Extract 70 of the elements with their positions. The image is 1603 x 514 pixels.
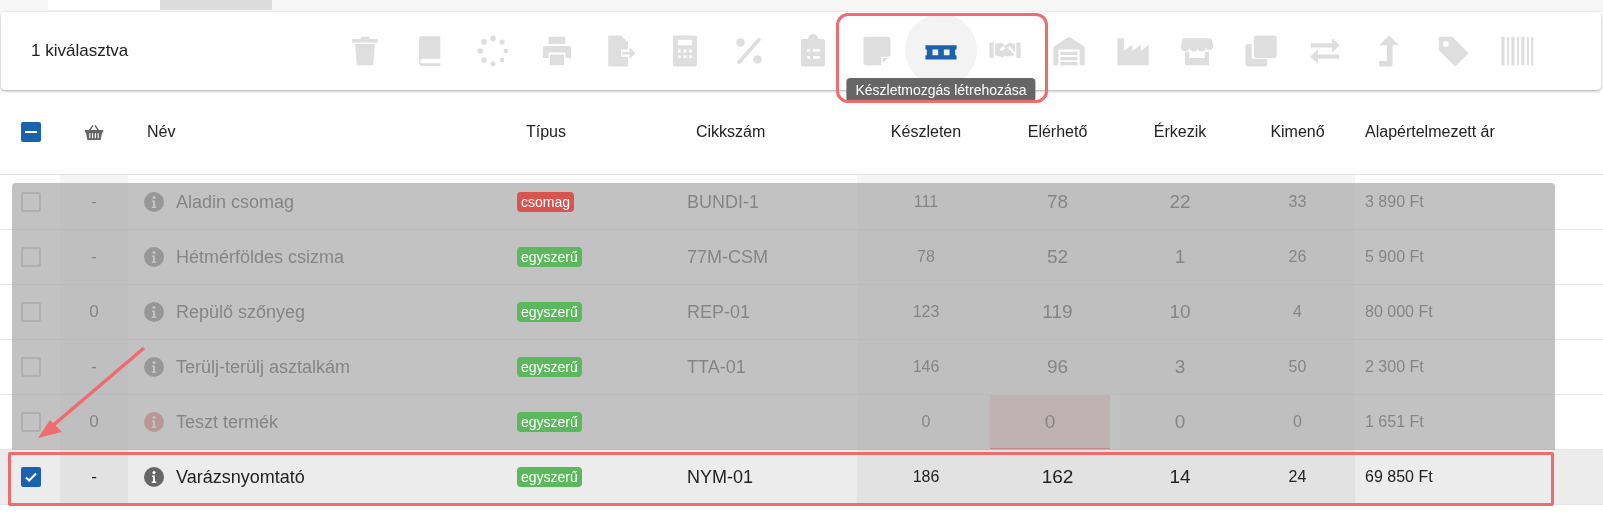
table-cell: -: [91, 467, 97, 487]
selection-count: 1 kiválasztva: [31, 41, 130, 61]
table-cell: 14: [1169, 466, 1191, 488]
table-cell: 146: [912, 358, 940, 376]
select-all-checkbox[interactable]: [21, 122, 41, 142]
product-name: Repülő szőnyeg: [176, 301, 306, 323]
table-cell: 111: [913, 193, 939, 211]
product-name: Varázsnyomtató: [176, 466, 305, 488]
info-icon[interactable]: [144, 467, 164, 487]
table-cell: 123: [912, 303, 940, 321]
table-cell: 2 300 Ft: [1365, 358, 1424, 376]
table-cell: 77M-CSM: [687, 246, 768, 268]
basket-icon: [84, 123, 104, 141]
table-cell: 0: [89, 412, 99, 432]
table-cell: BUNDI-1: [687, 191, 759, 213]
table-cell: 0: [921, 413, 931, 431]
table-cell: 0: [89, 302, 99, 322]
column-header[interactable]: Cikkszám: [696, 123, 766, 141]
type-label: egyszerű: [517, 302, 582, 322]
type-label: csomag: [517, 192, 575, 212]
tag-icon: [1436, 34, 1470, 68]
type-label: egyszerű: [517, 467, 582, 487]
column-header[interactable]: Elérhető: [1027, 123, 1088, 141]
column-header[interactable]: Készleten: [890, 123, 962, 141]
spinner-icon: [476, 34, 510, 68]
table-cell: 33: [1288, 193, 1307, 211]
product-name: Teszt termék: [176, 411, 279, 433]
table-cell: -: [91, 247, 97, 267]
column-header[interactable]: Kimenő: [1270, 123, 1325, 141]
table-cell: 3 890 Ft: [1365, 193, 1424, 211]
column-header[interactable]: Érkezik: [1153, 123, 1207, 141]
barcode-icon: [1500, 34, 1534, 68]
column-header[interactable]: Alapértelmezett ár: [1365, 123, 1495, 141]
table-cell: 5 900 Ft: [1365, 248, 1424, 266]
table-cell: 0: [1174, 411, 1186, 433]
table-cell: 24: [1288, 468, 1307, 486]
table-cell: 0: [1293, 413, 1302, 431]
type-label: egyszerű: [517, 247, 582, 267]
type-label: egyszerű: [517, 412, 582, 432]
tab[interactable]: [160, 0, 272, 10]
table-cell: 78: [917, 248, 935, 266]
table-cell: 80 000 Ft: [1365, 303, 1433, 321]
printer-icon: [540, 34, 574, 68]
table-cell: 22: [1169, 191, 1191, 213]
column-header[interactable]: Típus: [526, 123, 566, 141]
tooltip: Készletmozgás létrehozása: [846, 78, 1036, 102]
available-cell: 162: [995, 450, 1120, 504]
product-name: Terülj-terülj asztalkám: [176, 356, 351, 378]
table-cell: 1 651 Ft: [1365, 413, 1424, 431]
table-cell: 4: [1293, 303, 1302, 321]
type-label: egyszerű: [517, 357, 582, 377]
table-cell: 69 850 Ft: [1365, 468, 1433, 486]
row-checkbox[interactable]: [21, 467, 41, 487]
column-header[interactable]: Név: [147, 123, 176, 141]
tab[interactable]: [48, 0, 160, 10]
table-cell: 50: [1288, 358, 1307, 376]
table-cell: REP-01: [687, 301, 751, 323]
table-cell: 1: [1174, 246, 1186, 268]
copy-icon: [1244, 34, 1278, 68]
table-cell: TTA-01: [687, 356, 746, 378]
product-name: Aladin csomag: [176, 191, 295, 213]
table-cell: 10: [1169, 301, 1191, 323]
warehouse-icon: [1052, 34, 1086, 68]
table-cell: -: [91, 357, 97, 377]
table-cell: -: [91, 192, 97, 212]
table-cell: 186: [912, 468, 940, 486]
table-cell: 26: [1288, 248, 1307, 266]
product-name: Hétmérföldes csizma: [176, 246, 345, 268]
table-cell: 3: [1174, 356, 1186, 378]
table-cell: NYM-01: [687, 466, 753, 488]
